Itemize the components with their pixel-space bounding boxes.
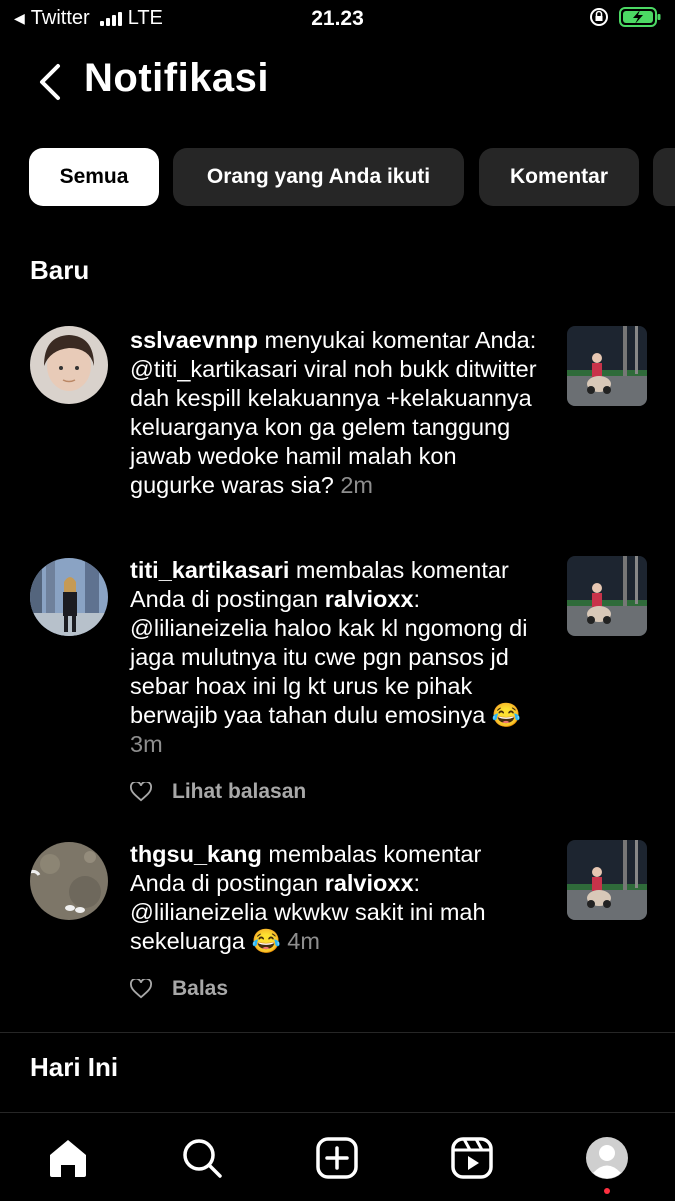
bottom-tab-bar	[0, 1112, 675, 1201]
reels-icon	[451, 1137, 493, 1179]
timestamp: 2m	[340, 472, 373, 498]
notification-dot	[604, 1188, 610, 1194]
notification-item[interactable]: thgsu_kang membalas komentar Anda di pos…	[0, 840, 675, 1010]
username[interactable]: sslvaevnnp	[130, 327, 258, 353]
plus-square-icon	[316, 1137, 358, 1179]
post-thumbnail[interactable]	[567, 556, 647, 636]
tab-reels[interactable]	[447, 1133, 497, 1183]
status-right	[589, 6, 661, 28]
tab-create[interactable]	[312, 1133, 362, 1183]
section-title-today: Hari Ini	[30, 1052, 119, 1082]
heart-icon[interactable]	[130, 979, 152, 999]
avatar[interactable]	[30, 326, 108, 404]
page-title: Notifikasi	[84, 56, 270, 100]
header: Notifikasi	[0, 50, 675, 114]
timestamp: 4m	[287, 928, 320, 954]
emoji: 😂	[251, 928, 281, 954]
battery-icon	[619, 7, 661, 27]
timestamp: 3m	[130, 731, 163, 757]
status-time: 21.23	[311, 7, 364, 30]
emoji: 😂	[491, 702, 522, 728]
tab-search[interactable]	[177, 1133, 227, 1183]
profile-avatar	[586, 1137, 628, 1179]
notification-text: thgsu_kang membalas komentar Anda di pos…	[130, 840, 540, 956]
avatar[interactable]	[30, 842, 108, 920]
heart-icon[interactable]	[130, 782, 152, 802]
post-owner-username[interactable]: ralvioxx	[325, 870, 414, 896]
notification-item[interactable]: sslvaevnnp menyukai komentar Anda: @titi…	[0, 326, 675, 536]
reply-link[interactable]: Balas	[172, 977, 228, 1001]
username[interactable]: titi_kartikasari	[130, 557, 289, 583]
view-replies-link[interactable]: Lihat balasan	[172, 780, 306, 804]
filter-chips: Semua Orang yang Anda ikuti Komentar	[0, 148, 675, 206]
status-bar: ◀ Twitter LTE 21.23	[0, 0, 675, 40]
filter-chip-comments[interactable]: Komentar	[479, 148, 639, 206]
notification-item[interactable]: titi_kartikasari membalas komentar Anda …	[0, 556, 675, 806]
tab-profile[interactable]	[582, 1133, 632, 1183]
back-chevron-icon[interactable]	[34, 60, 74, 104]
search-icon	[183, 1139, 222, 1178]
section-divider	[0, 1032, 675, 1033]
filter-chip-following[interactable]: Orang yang Anda ikuti	[173, 148, 464, 206]
username[interactable]: thgsu_kang	[130, 841, 262, 867]
notification-actions: Lihat balasan	[130, 780, 306, 804]
filter-chip-more[interactable]	[653, 148, 675, 206]
avatar[interactable]	[30, 558, 108, 636]
notification-text: sslvaevnnp menyukai komentar Anda: @titi…	[130, 326, 540, 500]
post-thumbnail[interactable]	[567, 840, 647, 920]
post-owner-username[interactable]: ralvioxx	[325, 586, 414, 612]
post-thumbnail[interactable]	[567, 326, 647, 406]
filter-chip-all[interactable]: Semua	[29, 148, 159, 206]
notification-text: titi_kartikasari membalas komentar Anda …	[130, 556, 540, 759]
section-title-new: Baru	[30, 255, 90, 285]
notification-actions: Balas	[130, 977, 228, 1001]
orientation-lock-icon	[590, 8, 608, 26]
home-icon	[50, 1140, 86, 1177]
tab-home[interactable]	[43, 1133, 93, 1183]
